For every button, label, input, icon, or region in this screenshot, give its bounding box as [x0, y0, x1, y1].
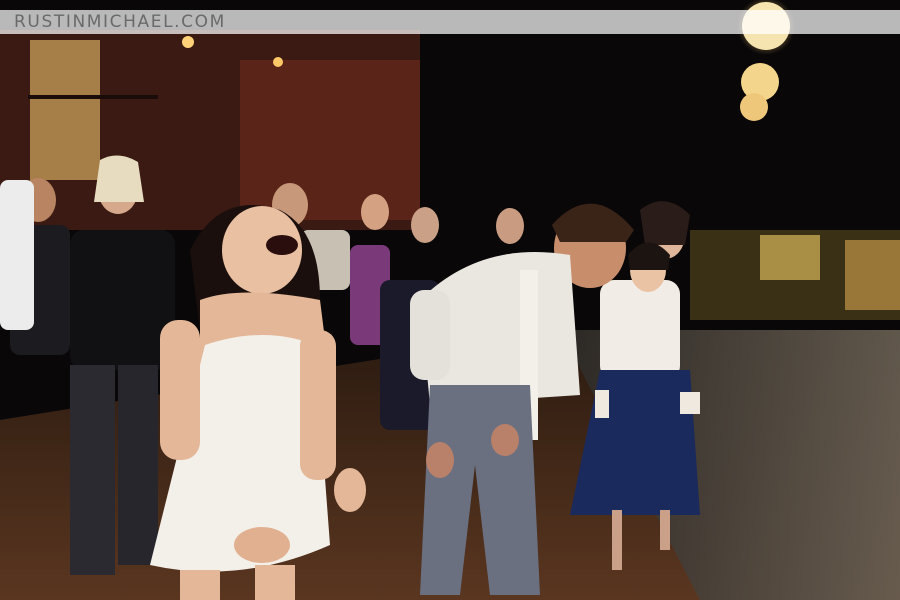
wedding-photo: RUSTINMICHAEL.COM — [0, 0, 900, 600]
watermark-banner: RUSTINMICHAEL.COM — [0, 10, 900, 34]
photo-scene — [0, 0, 900, 600]
paper-lantern — [740, 93, 768, 121]
brick-wall — [240, 60, 420, 220]
lit-tree — [845, 240, 900, 310]
lit-window — [30, 40, 100, 180]
watermark-text: RUSTINMICHAEL.COM — [14, 12, 226, 32]
lit-wall — [760, 235, 820, 280]
balcony-rail — [28, 95, 158, 99]
wall-lamp — [273, 57, 283, 67]
wall-lamp — [182, 36, 194, 48]
